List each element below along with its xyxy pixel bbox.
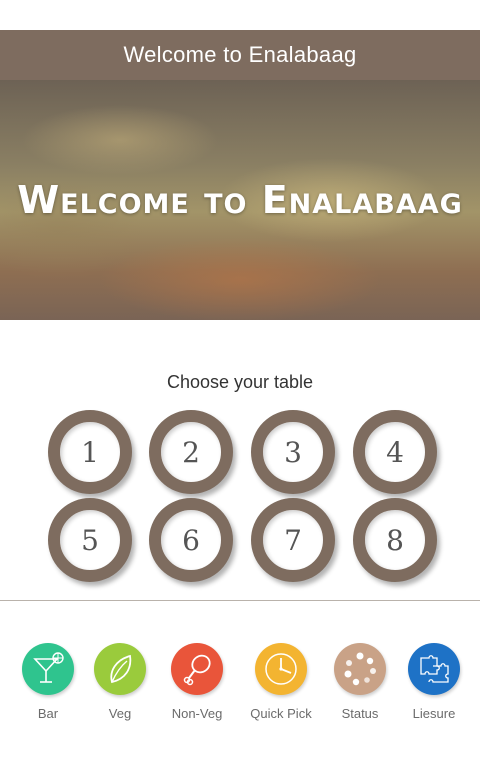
cocktail-icon <box>33 652 64 683</box>
choose-table-label: Choose your table <box>166 372 314 392</box>
drumstick-icon <box>183 654 211 686</box>
hero-title: Welcome to Enalabaag <box>17 178 463 222</box>
hero-banner: Welcome to Enalabaag <box>0 80 480 320</box>
status-area <box>0 0 480 30</box>
status-dots-icon <box>344 652 376 686</box>
table-button-1[interactable]: 1 <box>48 410 132 494</box>
leaf-icon <box>110 654 132 684</box>
nav-quick-pick[interactable]: Quick Pick <box>246 643 316 721</box>
puzzle-icon <box>420 655 449 683</box>
nav-label-bar: Bar <box>37 706 59 721</box>
nav-status[interactable]: Status <box>325 643 395 721</box>
table-button-3[interactable]: 3 <box>251 410 335 494</box>
nav-bar[interactable]: Bar <box>13 643 83 721</box>
nav-non-veg[interactable]: Non-Veg <box>162 643 232 721</box>
nav-veg[interactable]: Veg <box>85 643 155 721</box>
nav-label-liesure: Liesure <box>412 706 456 721</box>
quick-pick-icon-circle <box>255 643 307 695</box>
non-veg-icon-circle <box>171 643 223 695</box>
table-button-8[interactable]: 8 <box>353 498 437 582</box>
app-title-bar: Welcome to Enalabaag <box>0 30 480 80</box>
liesure-icon-circle <box>408 643 460 695</box>
status-icon-circle <box>334 643 386 695</box>
section-divider <box>0 600 480 601</box>
clock-icon <box>265 653 297 685</box>
bar-icon-circle <box>22 643 74 695</box>
page-title: Welcome to Enalabaag <box>123 42 357 67</box>
table-button-5[interactable]: 5 <box>48 498 132 582</box>
nav-label-status: Status <box>341 706 379 721</box>
table-button-7[interactable]: 7 <box>251 498 335 582</box>
table-button-6[interactable]: 6 <box>149 498 233 582</box>
nav-label-veg: Veg <box>108 706 132 721</box>
veg-icon-circle <box>94 643 146 695</box>
table-button-4[interactable]: 4 <box>353 410 437 494</box>
nav-label-non-veg: Non-Veg <box>171 706 223 721</box>
nav-label-quick-pick: Quick Pick <box>250 706 312 721</box>
nav-liesure[interactable]: Liesure <box>399 643 469 721</box>
table-button-2[interactable]: 2 <box>149 410 233 494</box>
